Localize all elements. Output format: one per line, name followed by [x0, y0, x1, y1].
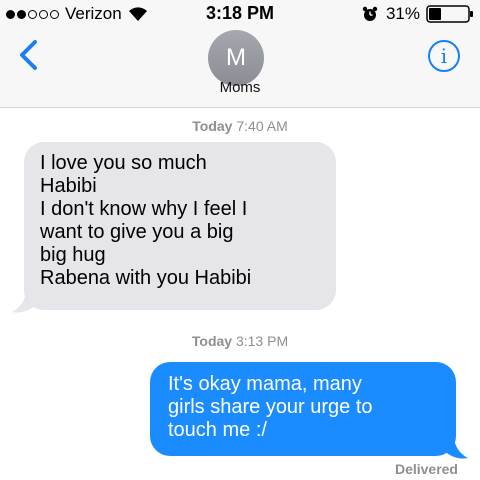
delivery-status: Delivered	[394, 461, 458, 477]
message-line: I love you so much	[40, 152, 207, 174]
timestamp-day: Today	[191, 333, 233, 349]
timestamp: Today 7:40 AM	[0, 118, 480, 134]
battery-icon	[426, 5, 473, 23]
outgoing-message-bubble[interactable]: It's okay mama, many girls share your ur…	[150, 362, 456, 456]
message-line: want to give you a big	[40, 221, 234, 243]
timestamp-time: 3:13 PM	[235, 333, 289, 349]
incoming-message-bubble[interactable]: I love you so much Habibi I don't know w…	[24, 142, 336, 310]
message-line: It's okay mama, many	[168, 373, 362, 395]
alarm-icon	[362, 6, 378, 21]
message-line: I don't know why I feel I	[40, 198, 248, 220]
timestamp-time: 7:40 AM	[236, 118, 288, 134]
battery-percent: 31%	[385, 4, 420, 23]
message-line: Habibi	[40, 175, 97, 197]
message-line: big hug	[40, 244, 106, 266]
info-button[interactable]: i	[428, 40, 460, 72]
timestamp-day: Today	[192, 118, 233, 134]
incoming-bubble-tail	[12, 290, 38, 313]
contact-name[interactable]: Moms	[0, 79, 480, 96]
avatar[interactable]: M	[208, 30, 264, 86]
message-line: touch me :/	[168, 419, 267, 441]
status-bar: Verizon 3:18 PM 31%	[0, 0, 480, 28]
chevron-left-icon[interactable]	[16, 38, 42, 72]
status-right: 31%	[362, 4, 474, 24]
outgoing-bubble-tail	[442, 436, 468, 459]
conversation-header: M Moms i	[0, 28, 480, 108]
timestamp: Today 3:13 PM	[0, 333, 480, 349]
message-line: girls share your urge to	[168, 396, 373, 418]
message-line: Rabena with you Habibi	[40, 267, 252, 289]
